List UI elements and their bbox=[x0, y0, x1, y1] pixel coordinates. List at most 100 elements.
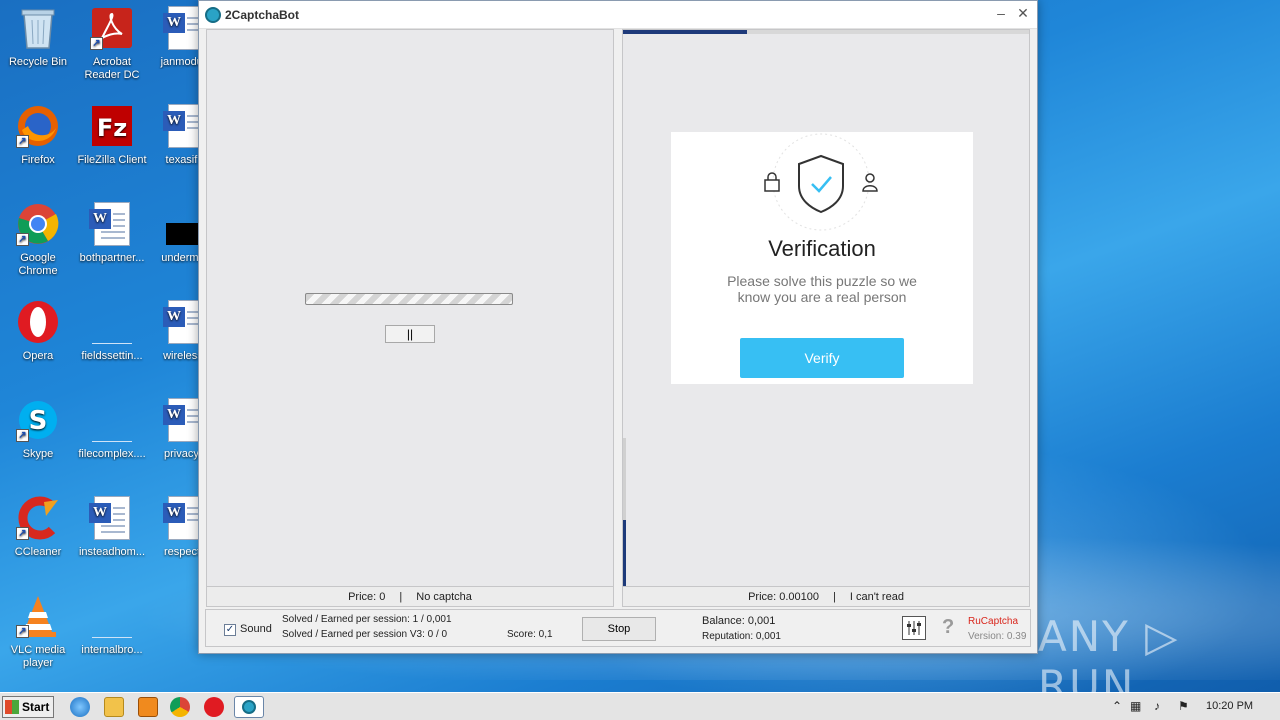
volume-icon[interactable]: ♪ bbox=[1154, 699, 1160, 713]
pause-button[interactable]: || bbox=[385, 325, 435, 343]
desktop-icon-bothpartner[interactable]: W bothpartner... bbox=[74, 202, 150, 265]
internet-explorer-icon[interactable] bbox=[70, 697, 90, 717]
desktop-icon-google-chrome[interactable]: ↗ Google Chrome bbox=[0, 202, 76, 278]
desktop-icon-label: CCleaner bbox=[14, 546, 62, 558]
top-progress-track bbox=[623, 30, 1029, 34]
skype-icon: S ↗ bbox=[16, 398, 60, 442]
start-button[interactable]: Start bbox=[2, 696, 54, 718]
close-icon[interactable]: ✕ bbox=[1013, 5, 1033, 22]
blank-file-icon bbox=[90, 398, 134, 442]
shortcut-arrow-icon: ↗ bbox=[16, 527, 29, 540]
side-scroll-thumb[interactable] bbox=[623, 520, 626, 588]
desktop-icon-label: Google Chrome bbox=[18, 252, 58, 277]
svg-text:S: S bbox=[29, 406, 48, 436]
brand-label[interactable]: RuCaptcha bbox=[968, 616, 1018, 627]
stop-button[interactable]: Stop bbox=[582, 617, 656, 641]
sliders-icon bbox=[907, 621, 921, 635]
shortcut-arrow-icon: ↗ bbox=[16, 625, 29, 638]
sound-label: Sound bbox=[240, 623, 272, 635]
shortcut-arrow-icon: ↗ bbox=[16, 429, 29, 442]
svg-text:Fz: Fz bbox=[97, 114, 127, 142]
desktop-icon-label: bothpartner... bbox=[79, 252, 145, 264]
version-label: Version: 0.39 bbox=[968, 631, 1027, 642]
desktop-icon-skype[interactable]: S ↗ Skype bbox=[0, 398, 76, 461]
balance-stat: Balance: 0,001 bbox=[702, 615, 776, 627]
desktop-icon-acrobat-reader[interactable]: ↗ Acrobat Reader DC bbox=[74, 6, 150, 82]
desktop-icon-label: Opera bbox=[22, 350, 54, 362]
opera-icon bbox=[16, 300, 60, 344]
right-captcha-pane: Verification Please solve this puzzle so… bbox=[622, 29, 1030, 607]
clock[interactable]: 10:20 PM bbox=[1206, 700, 1253, 712]
user-icon bbox=[862, 173, 878, 192]
bottom-control-bar: ✓ Sound Solved / Earned per session: 1 /… bbox=[205, 609, 1031, 647]
desktop-icon-filezilla[interactable]: Fz FileZilla Client bbox=[74, 104, 150, 167]
desktop-icon-filecomplex[interactable]: filecomplex.... bbox=[74, 398, 150, 461]
desktop-icon-firefox[interactable]: ↗ Firefox bbox=[0, 104, 76, 167]
media-player-icon[interactable] bbox=[138, 697, 158, 717]
window-title: 2CaptchaBot bbox=[225, 7, 300, 22]
right-price-label: Price: 0.00100 bbox=[748, 590, 819, 603]
score-stat: Score: 0,1 bbox=[507, 629, 553, 640]
left-pane-status: Price: 0 | No captcha bbox=[207, 586, 613, 606]
verification-message: Please solve this puzzle so we know you … bbox=[727, 273, 917, 305]
show-hidden-icons[interactable]: ⌃ bbox=[1112, 699, 1122, 713]
action-center-flag-icon[interactable]: ⚑ bbox=[1178, 699, 1189, 713]
solved-session-stat: Solved / Earned per session: 1 / 0,001 bbox=[282, 614, 452, 625]
verification-heading: Verification bbox=[768, 236, 876, 261]
solved-session-v3-stat: Solved / Earned per session V3: 0 / 0 bbox=[282, 629, 448, 640]
lock-icon bbox=[764, 172, 780, 192]
desktop-icon-insteadhom[interactable]: W insteadhom... bbox=[74, 496, 150, 559]
recycle-bin-icon bbox=[16, 6, 60, 50]
chrome-taskbar-icon[interactable] bbox=[170, 697, 190, 717]
desktop-icon-label: VLC media player bbox=[10, 644, 66, 669]
desktop-icon-label: filecomplex.... bbox=[78, 448, 146, 460]
sound-checkbox[interactable]: ✓ bbox=[224, 624, 236, 636]
vlc-icon: ↗ bbox=[16, 594, 60, 638]
captcha-status: No captcha bbox=[416, 590, 472, 603]
left-price-label: Price: 0 bbox=[348, 590, 386, 603]
word-document-icon: W bbox=[89, 202, 134, 246]
start-label: Start bbox=[22, 700, 50, 714]
title-bar[interactable]: 2CaptchaBot – ✕ bbox=[199, 1, 1037, 29]
windows-logo-icon bbox=[5, 700, 19, 714]
loading-progress-bar bbox=[305, 293, 513, 305]
desktop-icon-vlc[interactable]: ↗ VLC media player bbox=[0, 594, 76, 670]
firefox-icon: ↗ bbox=[16, 104, 60, 148]
acrobat-icon: ↗ bbox=[90, 6, 134, 50]
top-progress-fill bbox=[623, 30, 747, 34]
desktop-icon-label: Skype bbox=[22, 448, 54, 460]
settings-button[interactable] bbox=[902, 616, 926, 640]
word-document-icon: W bbox=[89, 496, 134, 540]
blank-file-icon bbox=[90, 300, 134, 344]
file-explorer-icon[interactable] bbox=[104, 697, 124, 717]
ccleaner-icon: ↗ bbox=[16, 496, 60, 540]
desktop-icon-label: insteadhom... bbox=[78, 546, 146, 558]
blank-file-icon bbox=[90, 594, 134, 638]
desktop-icon-internalbro[interactable]: internalbro... bbox=[74, 594, 150, 657]
desktop-icon-label: FileZilla Client bbox=[77, 154, 147, 166]
desktop-icon-fieldssettings[interactable]: fieldssettin... bbox=[74, 300, 150, 363]
help-icon[interactable]: ? bbox=[942, 616, 954, 639]
desktop-icon-label: fieldssettin... bbox=[81, 350, 143, 362]
opera-taskbar-icon[interactable] bbox=[204, 697, 224, 717]
desktop-icon-ccleaner[interactable]: ↗ CCleaner bbox=[0, 496, 76, 559]
shortcut-arrow-icon: ↗ bbox=[90, 37, 103, 50]
reputation-stat: Reputation: 0,001 bbox=[702, 631, 781, 642]
right-pane-status: Price: 0.00100 | I can't read bbox=[623, 586, 1029, 606]
minimize-icon[interactable]: – bbox=[991, 5, 1011, 21]
desktop-icon-opera[interactable]: Opera bbox=[0, 300, 76, 363]
status-separator: | bbox=[399, 590, 403, 603]
verify-button[interactable]: Verify bbox=[740, 338, 904, 378]
captchabot-taskbar-icon bbox=[242, 700, 256, 714]
side-scroll-track bbox=[623, 438, 626, 588]
chrome-icon: ↗ bbox=[16, 202, 60, 246]
cant-read-button[interactable]: I can't read bbox=[850, 591, 904, 603]
filezilla-icon: Fz bbox=[90, 104, 134, 148]
captchabot-taskbar-button[interactable] bbox=[234, 696, 264, 718]
desktop-icon-recycle-bin[interactable]: Recycle Bin bbox=[0, 6, 76, 69]
taskbar: Start ⌃ ▦ ♪ ⚑ 10:20 PM bbox=[0, 692, 1280, 720]
desktop-icon-label: internalbro... bbox=[81, 644, 143, 656]
desktop-icon-label: Acrobat Reader DC bbox=[84, 56, 140, 81]
captcha-bot-window: 2CaptchaBot – ✕ || Price: 0 | No captcha bbox=[198, 0, 1038, 654]
network-icon[interactable]: ▦ bbox=[1130, 699, 1141, 713]
